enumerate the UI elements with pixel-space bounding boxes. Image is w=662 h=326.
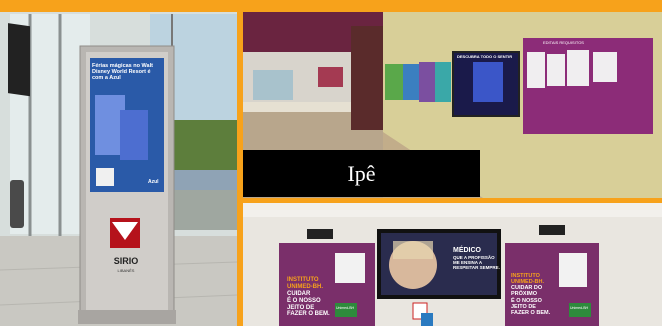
left-sign-line: INSTITUTO (287, 277, 319, 283)
kiosk-scene (0, 0, 237, 326)
kiosk-logo-sub: LIBANÊS (117, 268, 135, 273)
elevator-photo: INSTITUTO UNIMED-BH. CUIDAR É O NOSSO JE… (243, 203, 662, 326)
kiosk-logo-text: SIRIO (113, 256, 139, 266)
photo-caption: Ipê (243, 150, 480, 197)
right-brand-plate: Unimed-BH (570, 306, 589, 310)
left-sign-line: FAZER O BEM. (287, 311, 330, 318)
tv-line: MÉDICO (453, 247, 481, 254)
kiosk-ad-brand: Azul (148, 179, 159, 185)
right-elevator-sign: INSTITUTO UNIMED-BH. CUIDAR DO PRÓXIMO É… (511, 273, 550, 316)
tv-screen-text: MÉDICO QUE A PROFISSÃO ME ENSINA A RESPE… (453, 247, 500, 271)
kiosk-photo: Férias mágicas no Walt Disney World Reso… (0, 0, 237, 326)
left-sign-line: CUIDAR (287, 290, 311, 297)
left-sign-line: É O NOSSO (287, 297, 321, 304)
kiosk-ad-text: Férias mágicas no Walt Disney World Reso… (92, 63, 153, 81)
left-brand-plate: Unimed-BH (336, 306, 355, 310)
left-elevator-sign: INSTITUTO UNIMED-BH. CUIDAR É O NOSSO JE… (287, 277, 330, 318)
tv-line: RESPEITAR SEMPRE. (453, 265, 500, 271)
poster-text: DESCUBRA TODO O SENTIR (457, 54, 513, 59)
lobby-photo: EDITAIS REQUISITOS DESCUBRA TODO O SENTI… (243, 12, 662, 198)
left-sign-line: UNIMED-BH. (287, 283, 323, 290)
right-sign-line: FAZER O BEM. (511, 309, 551, 316)
board-header: EDITAIS REQUISITOS (543, 40, 584, 45)
left-sign-line: JEITO DE (287, 304, 315, 311)
